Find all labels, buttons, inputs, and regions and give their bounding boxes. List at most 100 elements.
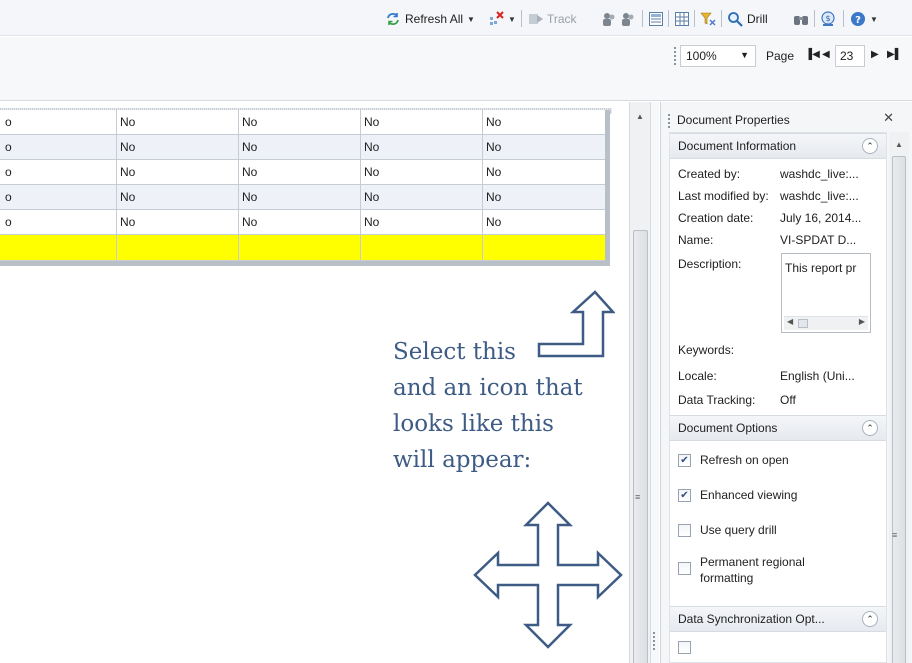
section-header-document-options[interactable]: Document Options ⌃ — [670, 415, 886, 441]
purge-button[interactable]: ▼ — [488, 9, 516, 29]
table-cell[interactable]: No — [361, 135, 483, 159]
chevron-down-icon[interactable]: ▼ — [870, 15, 878, 24]
data-sync-option[interactable] — [670, 632, 886, 654]
scroll-left-icon[interactable]: ◀ — [787, 317, 793, 326]
collapse-icon[interactable]: ⌃ — [862, 138, 878, 154]
table-cell[interactable]: o — [0, 110, 117, 134]
scrollbar-thumb[interactable] — [798, 319, 808, 328]
table-cell[interactable]: o — [0, 160, 117, 184]
table-row[interactable]: o No No No No — [0, 110, 605, 135]
table-cell[interactable]: No — [483, 135, 604, 159]
table-icon — [674, 11, 690, 27]
table-cell[interactable]: No — [239, 110, 361, 134]
first-page-icon[interactable]: ▐◀ — [805, 49, 820, 60]
table-cell[interactable]: No — [239, 185, 361, 209]
instruction-line: looks like this — [393, 411, 554, 437]
table-cell[interactable]: No — [483, 210, 604, 234]
enhanced-viewing-checkbox[interactable]: ✔ — [678, 489, 691, 502]
table-row[interactable]: o No No No No — [0, 210, 605, 235]
changes-options-button[interactable] — [620, 9, 636, 29]
toolbar-separator — [521, 10, 522, 27]
table-cell[interactable]: No — [361, 210, 483, 234]
collapse-icon[interactable]: ⌃ — [862, 420, 878, 436]
table-row[interactable]: o No No No No — [0, 185, 605, 210]
table-cell[interactable]: No — [361, 160, 483, 184]
description-textarea[interactable]: This report pr ◀ ▶ — [781, 253, 871, 333]
scrollbar-thumb[interactable] — [633, 230, 648, 663]
section-header-document-information[interactable]: Document Information ⌃ — [670, 133, 886, 159]
next-page-icon[interactable]: ▶ — [871, 49, 879, 60]
use-query-drill-option[interactable]: Use query drill — [670, 523, 886, 554]
section-header-data-synchronization[interactable]: Data Synchronization Opt... ⌃ — [670, 606, 886, 632]
collapse-icon[interactable]: ⌃ — [862, 611, 878, 627]
use-query-drill-checkbox[interactable] — [678, 524, 691, 537]
refresh-on-open-option[interactable]: ✔ Refresh on open — [670, 453, 886, 488]
close-icon[interactable]: ✕ — [883, 110, 894, 126]
scroll-up-icon[interactable]: ▲ — [636, 112, 644, 121]
refresh-on-open-checkbox[interactable]: ✔ — [678, 454, 691, 467]
toolbar-separator — [843, 10, 844, 27]
table-cell[interactable]: No — [483, 160, 604, 184]
previous-page-icon[interactable]: ◀ — [822, 49, 830, 60]
outline-button[interactable] — [648, 9, 664, 29]
table-cell[interactable]: No — [239, 135, 361, 159]
option-label: Permanent regional formatting — [700, 554, 805, 586]
track-data-button[interactable]: $ — [820, 9, 836, 29]
instruction-line: will appear: — [393, 447, 532, 473]
table-row[interactable]: o No No No No — [0, 160, 605, 185]
scroll-up-icon[interactable]: ▲ — [895, 140, 903, 149]
field-value: washdc_live:... — [780, 189, 859, 203]
enhanced-viewing-option[interactable]: ✔ Enhanced viewing — [670, 488, 886, 523]
permanent-regional-formatting-option[interactable]: Permanent regional formatting — [670, 554, 886, 602]
chevron-down-icon[interactable]: ▼ — [467, 15, 475, 24]
drill-button[interactable]: Drill — [727, 9, 768, 29]
table-cell[interactable]: No — [483, 110, 604, 134]
last-page-icon[interactable]: ▶▌ — [887, 49, 902, 60]
report-table[interactable]: o No No No No o No No No No o No No No N… — [0, 110, 610, 266]
show-changes-button[interactable] — [601, 9, 617, 29]
data-sync-checkbox[interactable] — [678, 641, 691, 654]
refresh-all-button[interactable]: Refresh All ▼ — [385, 9, 475, 29]
table-cell[interactable]: No — [117, 135, 239, 159]
table-cell[interactable]: o — [0, 210, 117, 234]
table-cell[interactable]: No — [117, 185, 239, 209]
table-cell[interactable]: o — [0, 185, 117, 209]
help-button[interactable]: ? ▼ — [850, 9, 878, 29]
table-cell[interactable]: No — [361, 185, 483, 209]
splitter-grip — [653, 632, 655, 650]
data-tracking-row: Data Tracking: Off — [670, 389, 886, 411]
table-cell[interactable] — [239, 235, 361, 260]
scrollbar-thumb[interactable] — [892, 156, 906, 663]
report-scrollbar[interactable]: ▲ ≡ — [629, 102, 651, 663]
description-hscrollbar[interactable]: ◀ ▶ — [784, 316, 868, 330]
table-cell[interactable] — [483, 235, 604, 260]
panel-splitter[interactable] — [651, 102, 659, 663]
zoom-select[interactable]: 100% ▼ — [680, 45, 756, 67]
table-cell[interactable]: No — [117, 160, 239, 184]
table-cell[interactable]: No — [117, 210, 239, 234]
field-label: Description: — [678, 257, 742, 271]
permanent-regional-formatting-checkbox[interactable] — [678, 562, 691, 575]
filter-button[interactable] — [700, 9, 716, 29]
table-cell[interactable] — [361, 235, 483, 260]
svg-text:?: ? — [855, 15, 861, 26]
table-cell[interactable]: No — [361, 110, 483, 134]
table-row[interactable]: o No No No No — [0, 135, 605, 160]
chevron-down-icon[interactable]: ▼ — [508, 15, 516, 24]
table-cell[interactable] — [0, 235, 117, 260]
field-label: Last modified by: — [678, 189, 769, 203]
track-button[interactable]: Track — [528, 9, 577, 29]
table-cell[interactable]: No — [483, 185, 604, 209]
table-row-highlighted[interactable] — [0, 235, 605, 261]
grid-button[interactable] — [674, 9, 690, 29]
table-cell[interactable]: No — [239, 160, 361, 184]
table-cell[interactable]: No — [117, 110, 239, 134]
description-row: Description: This report pr ◀ ▶ — [670, 251, 886, 337]
table-cell[interactable]: o — [0, 135, 117, 159]
scroll-right-icon[interactable]: ▶ — [859, 317, 865, 326]
table-cell[interactable]: No — [239, 210, 361, 234]
table-cell[interactable] — [117, 235, 239, 260]
panel-scrollbar[interactable]: ▲ ≡ — [889, 132, 909, 663]
snapshot-button[interactable] — [793, 9, 809, 29]
page-number-input[interactable]: 23 — [835, 45, 865, 67]
